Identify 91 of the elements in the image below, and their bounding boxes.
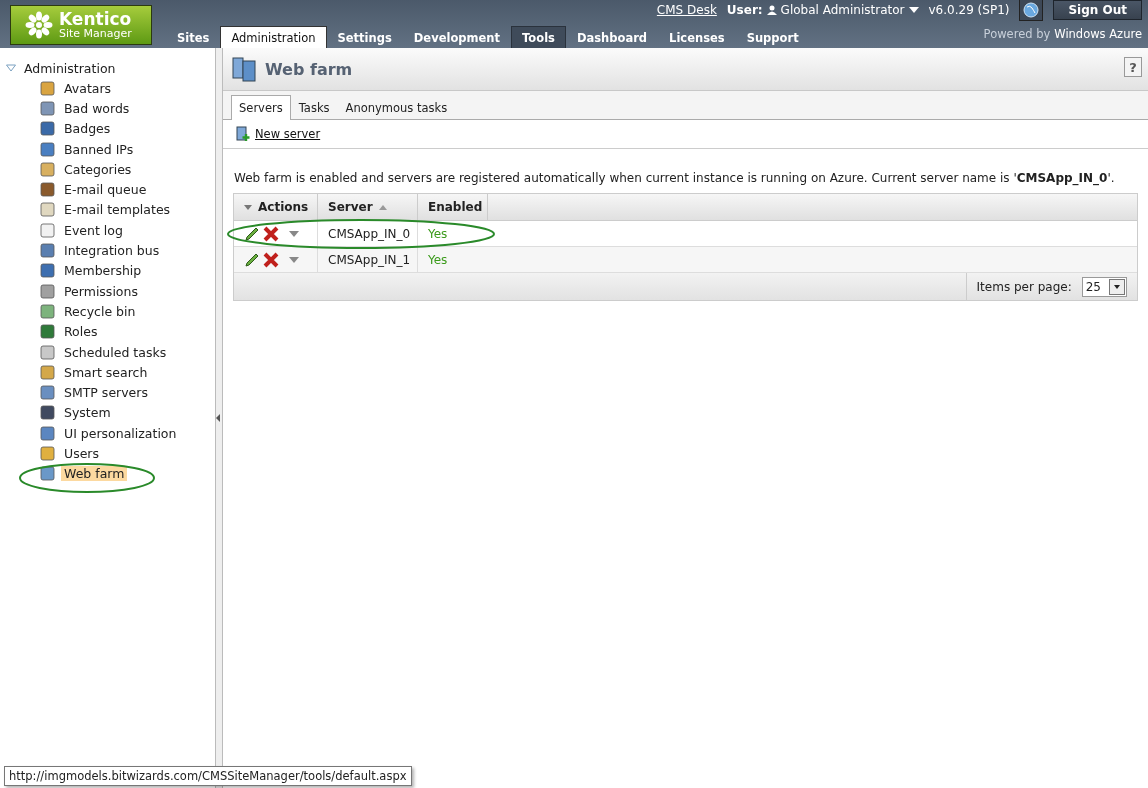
nav-tab[interactable]: Sites: [166, 26, 221, 48]
tree-item[interactable]: UI personalization: [61, 425, 180, 441]
version-text: v6.0.29 (SP1): [928, 3, 1010, 17]
edit-icon[interactable]: [244, 251, 260, 268]
logo-product: Site Manager: [59, 28, 132, 39]
edit-icon[interactable]: [244, 225, 260, 242]
tab[interactable]: Servers: [231, 95, 291, 120]
tree-item[interactable]: E-mail queue: [61, 182, 150, 198]
nav-tab[interactable]: Settings: [326, 26, 403, 48]
add-server-icon: [235, 126, 251, 142]
table-cell: CMSApp_IN_0: [318, 221, 418, 246]
caret-icon: [1109, 278, 1125, 295]
tree-item[interactable]: Users: [61, 446, 102, 461]
cms-desk-link[interactable]: CMS Desk: [656, 3, 717, 17]
module-icon: [40, 466, 55, 482]
collapse-arrow-icon[interactable]: [216, 413, 221, 423]
tree-item[interactable]: System: [61, 405, 114, 421]
sort-arrow-icon: [378, 204, 387, 210]
powered-brand: Windows Azure: [1054, 27, 1142, 41]
tree-item[interactable]: Banned IPs: [61, 141, 137, 157]
tree-item[interactable]: Event log: [61, 222, 126, 238]
module-icon: [40, 182, 55, 198]
tab[interactable]: Anonymous tasks: [337, 95, 456, 120]
module-icon: [40, 344, 55, 360]
tree-item[interactable]: Bad words: [61, 100, 133, 116]
logo-brand: Kentico: [59, 11, 132, 28]
person-icon: [766, 5, 777, 15]
caret-icon: [908, 6, 919, 14]
module-icon: [40, 80, 55, 96]
page-title: Web farm: [265, 59, 353, 79]
nav-tab[interactable]: Development: [402, 26, 511, 48]
module-icon: [40, 324, 55, 340]
column-header[interactable]: Server: [318, 194, 418, 220]
tab[interactable]: Tasks: [290, 95, 338, 120]
table-cell-text: Yes: [427, 251, 449, 269]
tree-item[interactable]: Smart search: [61, 364, 151, 380]
module-icon: [40, 100, 55, 116]
tree-item[interactable]: E-mail templates: [61, 202, 174, 218]
caret-icon: [244, 204, 252, 210]
info-text: Web farm is enabled and servers are registered automatically when current instance is running on Azure. Current server name is 'CMSApp_IN_0'.: [233, 170, 1116, 188]
help-button[interactable]: ?: [1124, 57, 1142, 77]
column-header[interactable]: Enabled: [418, 194, 488, 220]
servers-icon: [231, 56, 257, 82]
nav-tab[interactable]: Support: [735, 26, 810, 48]
module-icon: [40, 405, 55, 421]
new-server-link[interactable]: New server: [255, 127, 321, 141]
module-icon: [40, 263, 55, 279]
delete-icon[interactable]: [263, 251, 279, 268]
caret-icon[interactable]: [287, 255, 301, 264]
flower-icon: [25, 11, 53, 39]
module-icon: [40, 243, 55, 258]
nav-tab[interactable]: Dashboard: [565, 26, 659, 48]
sign-out-button[interactable]: Sign Out: [1053, 0, 1142, 20]
nav-tab[interactable]: Licenses: [658, 26, 736, 48]
delete-icon[interactable]: [263, 225, 279, 242]
module-icon: [40, 303, 55, 319]
items-per-page-select[interactable]: 25: [1081, 276, 1127, 297]
user-menu[interactable]: User: Global Administrator: [726, 3, 919, 17]
tree-root[interactable]: Administration: [0, 60, 215, 76]
module-icon: [40, 425, 55, 441]
tree-item[interactable]: Categories: [61, 161, 135, 177]
link-tooltip: http://imgmodels.bitwizards.com/CMSSiteManager/tools/default.aspx: [4, 766, 412, 786]
module-icon: [40, 141, 55, 157]
powered-by-text: Powered by: [983, 27, 1051, 41]
table-cell: CMSApp_IN_1: [318, 247, 418, 272]
module-icon: [40, 283, 55, 299]
module-icon: [40, 446, 55, 461]
globe-icon: [1023, 2, 1040, 18]
globe-button[interactable]: [1019, 0, 1044, 21]
nav-tab[interactable]: Tools: [511, 26, 566, 48]
module-icon: [40, 364, 55, 380]
module-icon: [40, 202, 55, 218]
nav-tab[interactable]: Administration: [220, 26, 327, 48]
tree-item[interactable]: Web farm: [61, 466, 128, 482]
module-icon: [40, 222, 55, 238]
caret-icon[interactable]: [287, 229, 301, 238]
module-icon: [40, 385, 55, 401]
table-cell-text: Yes: [427, 225, 449, 243]
column-header[interactable]: Actions: [234, 194, 318, 220]
module-icon: [40, 161, 55, 177]
tree-item[interactable]: Integration bus: [61, 243, 163, 258]
tree-item[interactable]: Membership: [61, 263, 145, 279]
tree-item[interactable]: Avatars: [61, 80, 115, 96]
tree-item[interactable]: Scheduled tasks: [61, 344, 170, 360]
tree-item[interactable]: Badges: [61, 121, 114, 137]
tree-item[interactable]: Roles: [61, 324, 101, 340]
tree-item[interactable]: SMTP servers: [61, 385, 151, 401]
module-icon: [40, 121, 55, 137]
items-per-page-label: Items per page:: [976, 279, 1072, 294]
tree-item[interactable]: Recycle bin: [61, 303, 139, 319]
tree-item[interactable]: Permissions: [61, 283, 141, 299]
